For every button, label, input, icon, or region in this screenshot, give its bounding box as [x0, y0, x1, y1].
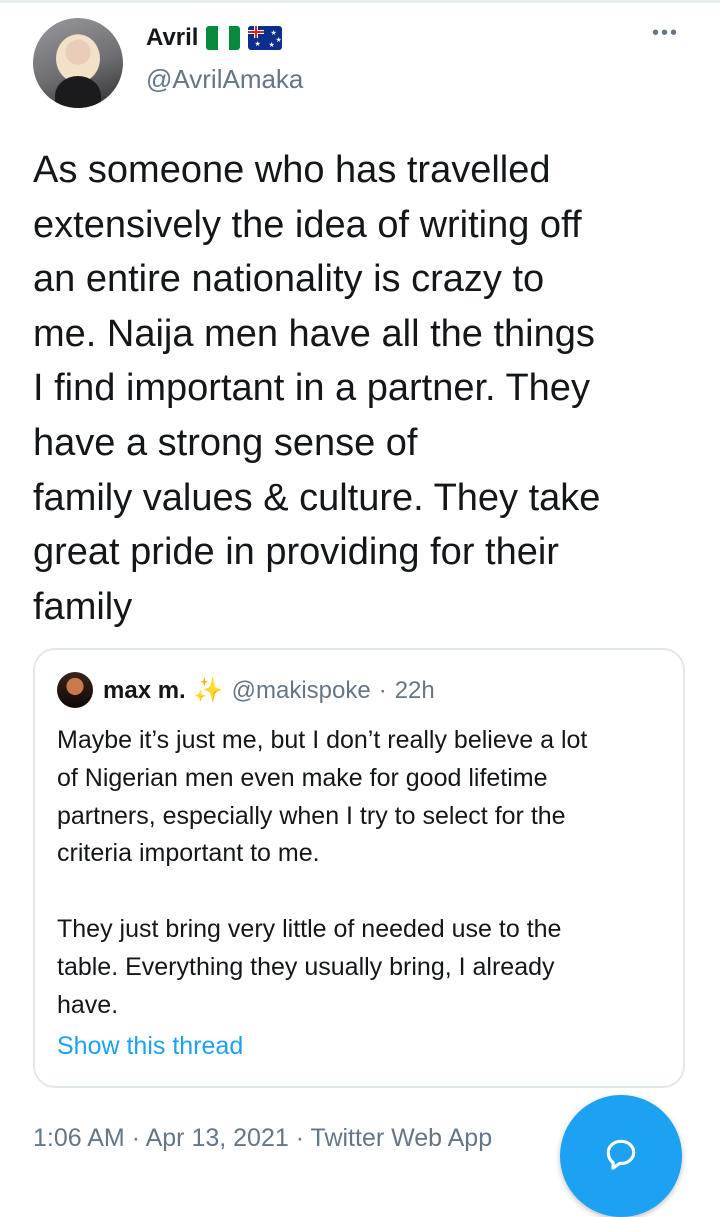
- tweet-meta: 1:06 AM · Apr 13, 2021 · Twitter Web App: [33, 1124, 492, 1153]
- quoted-tweet-text: Maybe it’s just me, but I don’t really b…: [57, 726, 588, 1019]
- top-divider: [0, 0, 720, 3]
- author-handle[interactable]: @AvrilAmaka: [146, 64, 303, 95]
- quoted-tweet-header: max m. ✨ @makispoke · 22h: [103, 676, 435, 705]
- show-thread-link[interactable]: Show this thread: [57, 1032, 243, 1061]
- reply-fab-button[interactable]: [560, 1095, 682, 1217]
- quoted-tweet-card[interactable]: max m. ✨ @makispoke · 22h Maybe it’s jus…: [33, 648, 685, 1088]
- meta-separator: ·: [131, 1124, 141, 1152]
- australia-flag-icon: ★ ★ ★ ★: [248, 26, 283, 50]
- quoted-separator: ·: [378, 677, 387, 704]
- reply-icon: [606, 1139, 636, 1170]
- author-name-row: Avril ★ ★ ★ ★: [146, 24, 283, 52]
- more-icon[interactable]: •••: [652, 22, 679, 45]
- nigeria-flag-icon: [206, 26, 241, 50]
- sparkles-icon: ✨: [193, 677, 224, 704]
- quoted-tweet-age: 22h: [394, 677, 435, 704]
- tweet-source: Twitter Web App: [310, 1124, 493, 1152]
- meta-separator-2: ·: [295, 1124, 305, 1152]
- author-name[interactable]: Avril: [146, 24, 198, 52]
- quoted-author-handle: @makispoke: [231, 677, 371, 704]
- quoted-author-avatar: [57, 672, 93, 708]
- tweet-time[interactable]: 1:06 AM: [33, 1124, 125, 1152]
- tweet-date[interactable]: Apr 13, 2021: [146, 1124, 289, 1152]
- tweet-text: As someone who has travelled extensively…: [33, 149, 601, 628]
- quoted-author-name: max m.: [103, 677, 186, 704]
- author-avatar[interactable]: [33, 18, 123, 108]
